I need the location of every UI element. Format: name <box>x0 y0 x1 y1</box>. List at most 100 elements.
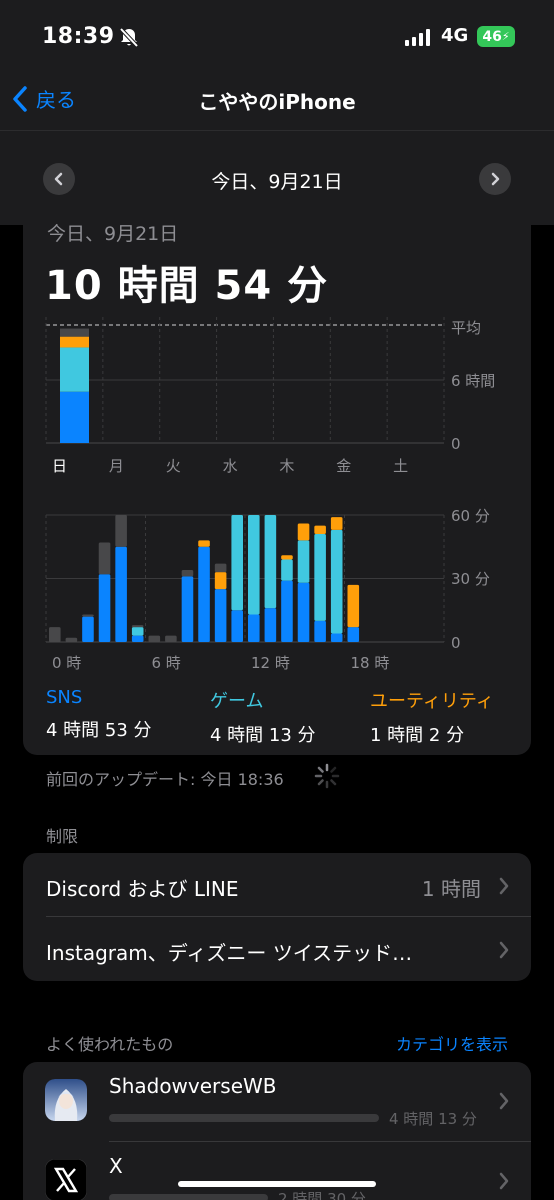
bar-segment <box>214 572 227 590</box>
bar-segment <box>281 555 293 560</box>
x-tick-label: 6 時 <box>152 654 181 672</box>
navigation-bar: 戻る こややのiPhone <box>0 70 554 130</box>
cellular-signal-icon <box>405 28 430 46</box>
chevron-right-icon <box>491 172 500 186</box>
limit-row-discord-line[interactable]: Discord および LINE 1 時間 <box>23 853 531 917</box>
category-utility: ユーティリティ 1 時間 2 分 <box>370 687 494 747</box>
bar-segment <box>347 627 360 642</box>
show-categories-link[interactable]: カテゴリを表示 <box>396 1031 508 1055</box>
limit-row-instagram[interactable]: Instagram、ディズニー ツイステッド… <box>23 917 531 981</box>
bar-segment <box>297 582 310 642</box>
date-navigator: 今日、9月21日 <box>0 130 554 225</box>
bar-segment <box>330 529 343 634</box>
y-tick-label: 30 分 <box>451 570 490 588</box>
bar-segment <box>181 576 194 642</box>
x-tick-label: 金 <box>336 457 351 475</box>
average-label: 平均 <box>451 319 481 337</box>
limits-list: Discord および LINE 1 時間 Instagram、ディズニー ツイ… <box>23 853 531 981</box>
bar-segment <box>115 546 127 642</box>
bar-segment <box>198 546 210 642</box>
bar-segment <box>65 637 78 642</box>
bar-segment <box>264 608 277 642</box>
bar-segment <box>60 391 89 443</box>
most-used-apps-list: ShadowverseWB 4 時間 13 分 X 2 時間 30 分 <box>23 1062 531 1200</box>
last-updated: 前回のアップデート: 今日 18:36 <box>46 770 284 789</box>
bar-segment <box>231 610 243 642</box>
y-tick-label: 0 <box>451 435 461 453</box>
battery-icon: 46 ⚡ <box>477 26 515 47</box>
category-name: ユーティリティ <box>370 691 494 712</box>
app-usage-time: 4 時間 13 分 <box>389 1110 477 1128</box>
bar-segment <box>314 525 326 535</box>
bar-segment <box>181 570 194 577</box>
x-tick-label: 12 時 <box>251 654 290 672</box>
status-bar: 18:39 4G 46 ⚡ <box>0 0 554 70</box>
bar-segment <box>248 515 260 615</box>
app-usage-time: 2 時間 30 分 <box>278 1190 366 1200</box>
battery-level: 46 <box>482 28 502 45</box>
bar-segment <box>82 614 94 617</box>
bar-segment <box>248 614 260 642</box>
usage-bar <box>109 1194 268 1200</box>
bar-segment <box>98 574 111 642</box>
x-tick-label: 0 時 <box>52 654 81 672</box>
bar-segment <box>330 633 343 642</box>
bar-segment <box>131 625 144 628</box>
bar-segment <box>82 616 94 642</box>
x-tick-label: 日 <box>52 457 67 475</box>
next-day-button[interactable] <box>479 163 511 195</box>
bar-segment <box>297 540 310 583</box>
bar-segment <box>148 635 161 642</box>
bar-segment <box>115 515 127 547</box>
x-tick-label: 月 <box>109 457 124 475</box>
bar-segment <box>60 336 89 348</box>
loading-spinner-icon <box>314 763 340 789</box>
bar-segment <box>214 589 227 642</box>
bar-segment <box>131 627 144 636</box>
category-sns: SNS 4 時間 53 分 <box>46 687 152 742</box>
bar-segment <box>198 540 210 547</box>
bell-slash-icon <box>119 27 139 48</box>
category-time: 1 時間 2 分 <box>370 725 465 746</box>
bar-segment <box>165 635 177 642</box>
bar-segment <box>281 559 293 581</box>
selected-date: 今日、9月21日 <box>211 171 343 193</box>
usage-charts: 平均 6 時間 0 日 月 火 水 木 金 土 60 分 30 分 0 0 時 6 時 12 時 18 時 <box>45 317 495 672</box>
bar-segment <box>264 515 277 609</box>
category-game: ゲーム 4 時間 13 分 <box>210 687 316 747</box>
bar-segment <box>231 515 243 611</box>
category-time: 4 時間 13 分 <box>210 725 316 746</box>
most-used-section-label: よく使われたもの <box>46 1035 174 1054</box>
app-row-x[interactable]: X 2 時間 30 分 <box>23 1142 531 1200</box>
x-app-icon <box>45 1159 87 1200</box>
x-tick-label: 火 <box>166 457 181 475</box>
home-indicator[interactable] <box>178 1181 376 1187</box>
bar-segment <box>297 523 310 541</box>
x-tick-label: 18 時 <box>351 654 390 672</box>
limit-title: Instagram、ディズニー ツイステッド… <box>46 941 413 965</box>
network-type: 4G <box>441 25 469 46</box>
limits-section-label: 制限 <box>46 827 79 846</box>
bar-segment <box>314 620 326 642</box>
app-name: X <box>109 1154 123 1178</box>
screen-time-summary-card[interactable]: 今日、9月21日 10 時間 54 分 平均 6 時間 0 日月火水木金土 60 分 30… <box>23 223 531 755</box>
bar-segment <box>330 517 343 530</box>
bar-segment <box>60 328 89 337</box>
bar-segment <box>60 347 89 392</box>
clock: 18:39 <box>42 24 115 49</box>
x-tick-label: 木 <box>279 457 294 475</box>
chevron-right-icon <box>499 1172 509 1190</box>
category-time: 4 時間 53 分 <box>46 720 152 741</box>
bar-segment <box>131 635 144 642</box>
usage-bar <box>109 1114 379 1122</box>
app-row-shadowversewb[interactable]: ShadowverseWB 4 時間 13 分 <box>23 1062 531 1142</box>
app-name: ShadowverseWB <box>109 1074 277 1098</box>
chevron-right-icon <box>499 1092 509 1110</box>
category-name: ゲーム <box>210 691 264 712</box>
y-tick-label: 6 時間 <box>451 372 495 390</box>
shadowversewb-app-icon <box>45 1079 87 1121</box>
y-tick-label: 60 分 <box>451 507 490 525</box>
bar-segment <box>214 563 227 573</box>
category-name: SNS <box>46 687 83 708</box>
chevron-right-icon <box>499 877 509 895</box>
